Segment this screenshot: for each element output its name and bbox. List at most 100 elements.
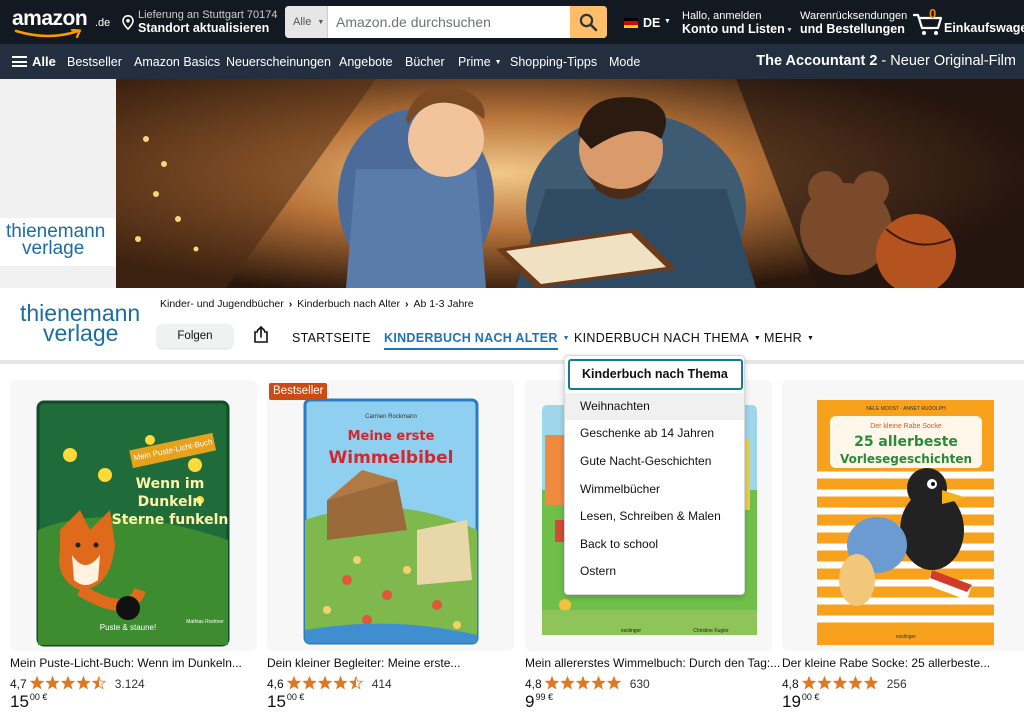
product-title[interactable]: Mein Puste-Licht-Buch: Wenn im Dunkeln..… bbox=[10, 656, 242, 670]
delivery-location[interactable]: Lieferung an Stuttgart 70174 Standort ak… bbox=[122, 9, 282, 37]
star-icon bbox=[91, 676, 106, 690]
active-tab-underline bbox=[384, 348, 558, 350]
brand-name-line2: verlage bbox=[22, 238, 85, 259]
product-card[interactable]: Mein Puste-Licht-Buch Wenn im Dunkeln St… bbox=[10, 380, 257, 651]
menu-item-geschenke[interactable]: Geschenke ab 14 Jahren bbox=[565, 420, 744, 447]
returns-orders-link[interactable]: Warenrücksendungen und Bestellungen bbox=[800, 10, 907, 38]
star-icon bbox=[332, 676, 348, 690]
price-fraction: 99 € bbox=[535, 692, 553, 702]
star-icon bbox=[75, 676, 91, 690]
product-price: 1900 € bbox=[782, 692, 819, 712]
all-label: Alle bbox=[32, 54, 56, 69]
german-flag-icon bbox=[624, 18, 638, 28]
brand-logo-line2: verlage bbox=[43, 320, 119, 346]
menu-item-back-to-school[interactable]: Back to school bbox=[565, 531, 744, 558]
star-icon bbox=[348, 676, 363, 690]
tab-kinderbuch-nach-alter[interactable]: KINDERBUCH NACH ALTER ▼ bbox=[384, 331, 570, 350]
rating-value: 4,6 bbox=[267, 677, 284, 691]
promo-link[interactable]: The Accountant 2 - Neuer Original-Film bbox=[756, 53, 1016, 69]
product-title[interactable]: Der kleine Rabe Socke: 25 allerbeste... bbox=[782, 656, 990, 670]
cart-button[interactable]: 0 Einkaufswagen bbox=[912, 6, 1024, 38]
share-icon[interactable] bbox=[252, 326, 270, 344]
nav-amazon-basics[interactable]: Amazon Basics bbox=[134, 55, 220, 69]
menu-item-lesen-schreiben[interactable]: Lesen, Schreiben & Malen bbox=[565, 503, 744, 530]
nav-shopping-tipps[interactable]: Shopping-Tipps bbox=[510, 55, 597, 69]
product-title[interactable]: Mein allererstes Wimmelbuch: Durch den T… bbox=[525, 656, 780, 670]
product-title[interactable]: Dein kleiner Begleiter: Meine erste... bbox=[267, 656, 460, 670]
caret-down-icon: ▼ bbox=[807, 335, 815, 342]
product-rating[interactable]: 4,6 414 bbox=[267, 676, 392, 691]
nav-bestseller[interactable]: Bestseller bbox=[67, 55, 122, 69]
menu-item-gute-nacht[interactable]: Gute Nacht-Geschichten bbox=[565, 448, 744, 475]
account-menu[interactable]: Hallo, anmelden Konto und Listen ▼ bbox=[682, 10, 793, 38]
star-icon bbox=[590, 676, 606, 690]
nav-prime[interactable]: Prime ▼ bbox=[458, 55, 502, 69]
star-rating-icon bbox=[286, 676, 363, 690]
tab-startseite[interactable]: STARTSEITE bbox=[292, 331, 371, 345]
breadcrumb-item[interactable]: Kinderbuch nach Alter bbox=[297, 298, 400, 310]
language-selector[interactable]: DE ▼ bbox=[624, 14, 672, 32]
star-rating-icon bbox=[29, 676, 106, 690]
promo-subtitle: - Neuer Original-Film bbox=[877, 53, 1016, 69]
cover-publisher: esslinger bbox=[896, 634, 916, 640]
product-image-puste-licht-buch[interactable]: Mein Puste-Licht-Buch Wenn im Dunkeln St… bbox=[10, 380, 257, 651]
star-icon bbox=[606, 676, 621, 690]
tab-label: KINDERBUCH NACH THEMA bbox=[574, 331, 749, 345]
amazon-logo[interactable]: amazon .de bbox=[12, 7, 112, 39]
rating-value: 4,8 bbox=[782, 677, 799, 691]
product-rating[interactable]: 4,8 256 bbox=[782, 676, 907, 691]
theme-dropdown-menu: Kinderbuch nach Thema Weihnachten Gesche… bbox=[564, 355, 745, 595]
brand-store-header: thienemann verlage Kinder- und Jugendbüc… bbox=[0, 288, 1024, 364]
tab-kinderbuch-nach-thema[interactable]: KINDERBUCH NACH THEMA ▼ bbox=[574, 331, 761, 345]
nav-neuerscheinungen[interactable]: Neuerscheinungen bbox=[226, 55, 331, 69]
tab-label: KINDERBUCH NACH ALTER bbox=[384, 331, 558, 345]
cover-title-1: Wenn im bbox=[136, 476, 205, 492]
nav-angebote[interactable]: Angebote bbox=[339, 55, 393, 69]
store-banner: thienemann verlage bbox=[0, 79, 1024, 288]
search-button[interactable] bbox=[570, 6, 607, 38]
cover-title-1: Meine erste bbox=[348, 429, 435, 444]
product-card[interactable]: Carmen Rockmann Meine erste Wimmelbibel bbox=[267, 380, 514, 651]
location-pin-icon bbox=[122, 15, 134, 30]
review-count: 256 bbox=[886, 677, 907, 691]
top-navigation-bar: amazon .de Lieferung an Stuttgart 70174 … bbox=[0, 0, 1024, 44]
search-category-select[interactable]: Alle ▼ bbox=[285, 6, 328, 38]
breadcrumb-item[interactable]: Kinder- und Jugendbücher bbox=[160, 298, 284, 310]
logo-tld: .de bbox=[95, 17, 111, 29]
product-image-rabe-socke[interactable]: NELE MOOST · ANNET RUDOLPH Der kleine Ra… bbox=[782, 380, 1024, 651]
cart-count: 0 bbox=[929, 6, 937, 21]
star-icon bbox=[544, 676, 559, 690]
nav-mode[interactable]: Mode bbox=[609, 55, 640, 69]
product-rating[interactable]: 4,7 3.124 bbox=[10, 676, 145, 691]
search-input[interactable] bbox=[328, 6, 570, 38]
logo-wordmark: amazon bbox=[12, 7, 88, 30]
star-icon bbox=[863, 676, 878, 690]
product-card[interactable]: NELE MOOST · ANNET RUDOLPH Der kleine Ra… bbox=[782, 380, 1024, 651]
tab-label: MEHR bbox=[764, 331, 803, 345]
dropdown-heading-link[interactable]: Kinderbuch nach Thema bbox=[568, 359, 743, 390]
cover-author: Christine Kugler bbox=[693, 628, 729, 634]
tab-mehr[interactable]: MEHR ▼ bbox=[764, 331, 814, 345]
cart-icon bbox=[913, 13, 943, 35]
language-code: DE bbox=[643, 16, 661, 30]
menu-item-wimmelbuecher[interactable]: Wimmelbücher bbox=[565, 476, 744, 503]
star-icon bbox=[801, 676, 816, 690]
price-whole: 15 bbox=[267, 692, 286, 711]
product-rating[interactable]: 4,8 630 bbox=[525, 676, 650, 691]
breadcrumb-item[interactable]: Ab 1-3 Jahre bbox=[414, 298, 474, 310]
product-price: 1500 € bbox=[267, 692, 304, 712]
product-image-wimmelbibel[interactable]: Carmen Rockmann Meine erste Wimmelbibel bbox=[267, 380, 514, 651]
price-fraction: 00 € bbox=[801, 692, 820, 702]
nav-buecher[interactable]: Bücher bbox=[405, 55, 445, 69]
follow-button[interactable]: Folgen bbox=[157, 324, 233, 348]
product-price: 999 € bbox=[525, 692, 553, 712]
menu-item-ostern[interactable]: Ostern bbox=[565, 558, 744, 585]
all-menu-button[interactable]: Alle bbox=[12, 54, 56, 69]
caret-down-icon: ▼ bbox=[494, 59, 502, 66]
star-rating-icon bbox=[544, 676, 621, 690]
cover-bottom-text: Puste & staune! bbox=[100, 623, 156, 632]
star-icon bbox=[60, 676, 75, 690]
product-price: 1500 € bbox=[10, 692, 47, 712]
menu-item-weihnachten[interactable]: Weihnachten bbox=[565, 393, 744, 420]
star-icon bbox=[847, 676, 863, 690]
